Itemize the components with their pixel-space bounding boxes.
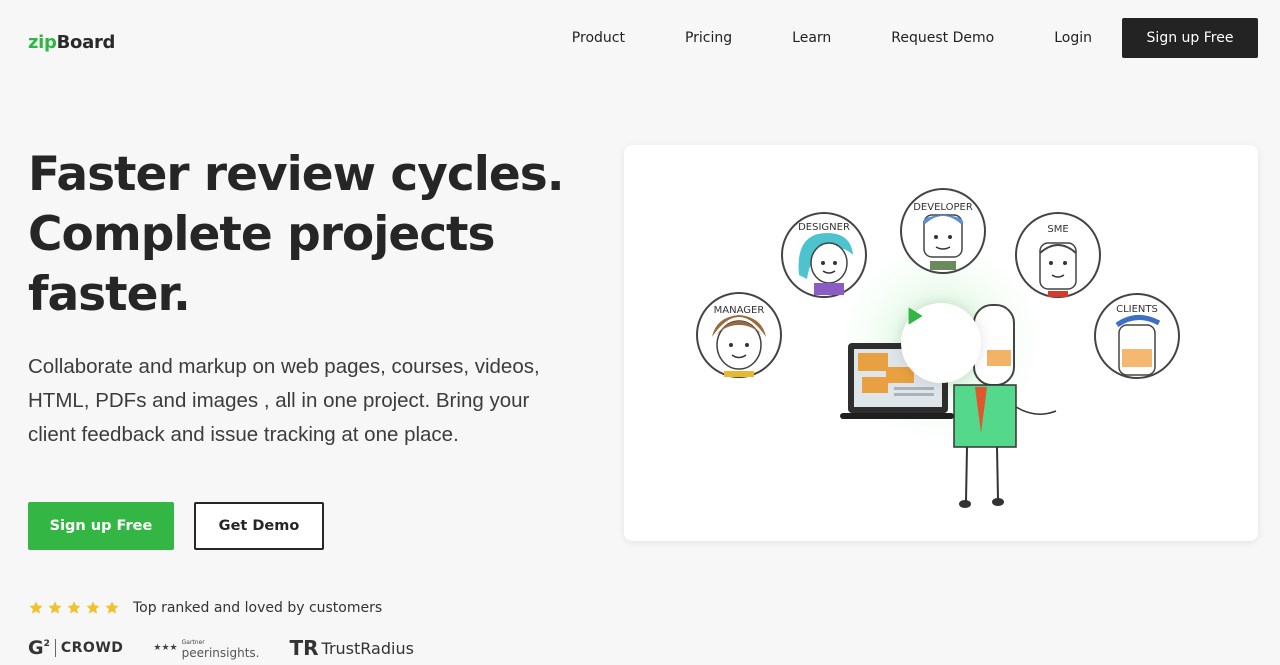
trustradius-logo: TR TrustRadius	[289, 636, 413, 660]
avatar-designer: DESIGNER	[781, 212, 867, 298]
g2-crowd-logo: G2 CROWD	[28, 637, 124, 659]
g2-divider	[54, 639, 56, 657]
gartner-logo: ★★★ Gartner peerinsights.	[153, 638, 260, 660]
avatar-clients: CLIENTS	[1094, 293, 1180, 379]
get-demo-button[interactable]: Get Demo	[194, 502, 324, 550]
star-icon	[86, 601, 100, 614]
g2-mark: G	[28, 637, 44, 659]
star-icon	[48, 601, 62, 614]
nav-login[interactable]: Login	[1054, 30, 1092, 46]
rating-row: Top ranked and loved by customers	[28, 600, 382, 616]
role-label-clients: CLIENTS	[1116, 304, 1158, 315]
play-button[interactable]	[901, 303, 981, 383]
logo-zip: zip	[28, 32, 57, 53]
avatar-developer: DEVELOPER	[900, 188, 986, 274]
nav-product[interactable]: Product	[572, 30, 625, 46]
avatar-manager: MANAGER	[696, 292, 782, 378]
rating-stars	[28, 600, 123, 616]
nav-pricing[interactable]: Pricing	[685, 30, 732, 46]
trustradius-mark: TR	[289, 636, 319, 660]
star-icon	[105, 601, 119, 614]
brand-logo[interactable]: zipBoard	[28, 32, 115, 53]
star-icon	[29, 601, 43, 614]
avatar-sme: SME	[1015, 212, 1101, 298]
trustradius-text: TrustRadius	[321, 638, 414, 658]
star-icon	[67, 601, 81, 614]
gartner-peerinsights: peerinsights.	[181, 646, 260, 660]
hero-title: Faster review cycles. Complete projects …	[28, 145, 608, 325]
review-badges: G2 CROWD ★★★ Gartner peerinsights. TR Tr…	[28, 636, 414, 660]
logo-board: Board	[56, 32, 116, 53]
role-label-sme: SME	[1047, 224, 1068, 235]
hero-description: Collaborate and markup on web pages, cou…	[28, 355, 540, 446]
hero-title-line-2: Complete projects	[28, 207, 496, 262]
nav-learn[interactable]: Learn	[792, 30, 831, 46]
signup-free-button[interactable]: Sign up Free	[28, 502, 174, 550]
nav-request-demo[interactable]: Request Demo	[891, 30, 994, 46]
hero-title-line-3: faster.	[28, 267, 191, 322]
g2-text: CROWD	[60, 640, 124, 656]
nav-signup-button[interactable]: Sign up Free	[1122, 18, 1258, 58]
video-card[interactable]: MANAGER DESIGNER DEVELOPER SME CLIENTS	[624, 145, 1258, 541]
play-icon	[908, 307, 923, 325]
main-nav: Product Pricing Learn Request Demo Login…	[572, 18, 1258, 58]
hero-title-line-1: Faster review cycles.	[28, 147, 565, 202]
role-label-designer: DESIGNER	[798, 222, 850, 233]
rating-text: Top ranked and loved by customers	[133, 600, 383, 616]
gartner-stars-icon: ★★★	[153, 643, 178, 653]
role-label-developer: DEVELOPER	[913, 202, 973, 213]
role-label-manager: MANAGER	[714, 305, 765, 316]
